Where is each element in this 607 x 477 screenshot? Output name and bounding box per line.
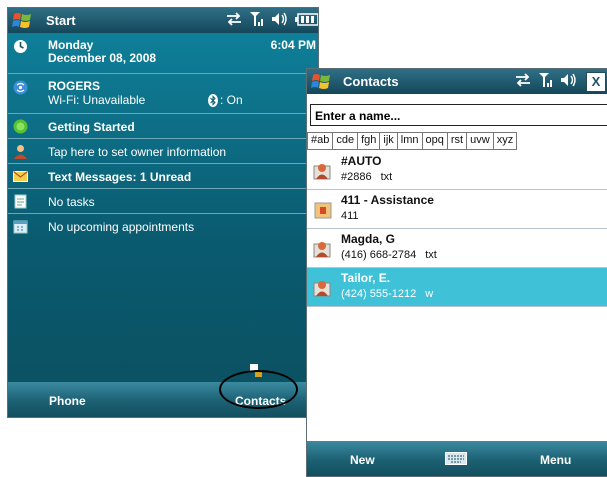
today-title[interactable]: Start	[46, 13, 76, 28]
tab-fgh[interactable]: fgh	[358, 132, 381, 150]
contact-card-icon	[313, 164, 331, 180]
today-softkey-bar: Phone Contacts	[8, 382, 318, 417]
contact-number: (416) 668-2784 txt	[341, 249, 437, 261]
contacts-softkey[interactable]: Contacts	[235, 394, 286, 408]
bluetooth-status: : On	[220, 93, 243, 107]
wifi-icon	[13, 80, 28, 95]
envelope-icon	[13, 171, 28, 182]
owner-info-row[interactable]: Tap here to set owner information	[8, 138, 318, 164]
contact-name: #AUTO	[341, 154, 382, 168]
contact-row-selected[interactable]: Tailor, E. (424) 555-1212 w	[307, 268, 607, 307]
appointments-label: No upcoming appointments	[48, 220, 195, 234]
keyboard-icon[interactable]	[445, 452, 467, 465]
owner-icon	[14, 145, 27, 159]
contacts-softkey-bar: New Menu	[307, 441, 607, 476]
new-softkey[interactable]: New	[350, 453, 375, 467]
tab-ab[interactable]: #ab	[307, 132, 334, 150]
contacts-title-bar: Contacts X	[307, 69, 607, 94]
input-panel-icon[interactable]	[248, 363, 264, 379]
messages-label: Text Messages: 1 Unread	[48, 170, 192, 184]
getting-started-icon	[13, 119, 28, 134]
tab-cde[interactable]: cde	[333, 132, 359, 150]
windows-start-logo-icon[interactable]	[311, 71, 333, 91]
tasks-icon	[14, 194, 27, 209]
tab-lmn[interactable]: lmn	[397, 132, 423, 150]
tab-ijk[interactable]: ijk	[380, 132, 398, 150]
tasks-row[interactable]: No tasks	[8, 188, 318, 214]
date-full: December 08, 2008	[48, 51, 157, 65]
contact-name: 411 - Assistance	[341, 193, 434, 207]
appointments-row[interactable]: No upcoming appointments	[8, 213, 318, 239]
sync-icon[interactable]	[514, 73, 532, 87]
clock-icon	[14, 40, 27, 53]
bluetooth-icon	[208, 94, 218, 107]
phone-softkey[interactable]: Phone	[49, 394, 86, 408]
carrier-name: ROGERS	[48, 79, 101, 93]
owner-info-label: Tap here to set owner information	[48, 145, 227, 159]
today-status-icons[interactable]	[225, 11, 319, 27]
tab-opq[interactable]: opq	[422, 132, 448, 150]
contact-row[interactable]: Magda, G (416) 668-2784 txt	[307, 229, 607, 268]
contact-number: (424) 555-1212 w	[341, 288, 434, 300]
tasks-label: No tasks	[48, 195, 95, 209]
contact-number: 411	[341, 210, 359, 222]
menu-softkey[interactable]: Menu	[540, 453, 571, 467]
date-time-row[interactable]: Monday December 08, 2008 6:04 PM	[8, 33, 318, 73]
tab-rst[interactable]: rst	[447, 132, 468, 150]
name-search-placeholder: Enter a name...	[315, 109, 401, 123]
signal-icon[interactable]	[538, 72, 554, 88]
signal-icon[interactable]	[249, 11, 265, 27]
contact-card-icon	[314, 202, 332, 219]
contacts-screen: Contacts X Enter a name... #ab cde fgh i…	[306, 68, 607, 477]
sync-icon[interactable]	[225, 12, 243, 26]
contact-name: Tailor, E.	[341, 271, 391, 285]
alphabet-tabs: #ab cde fgh ijk lmn opq rst uvw xyz	[307, 132, 518, 150]
tab-uvw[interactable]: uvw	[467, 132, 494, 150]
getting-started-row[interactable]: Getting Started	[8, 113, 318, 139]
windows-start-logo-icon[interactable]	[12, 10, 34, 30]
calendar-icon	[13, 220, 28, 234]
today-screen: Start Monday December 08, 2008 6:04 PM R…	[7, 7, 319, 418]
close-button[interactable]: X	[586, 72, 606, 92]
date-day: Monday	[48, 38, 94, 52]
contact-card-icon	[313, 242, 331, 258]
contact-row[interactable]: 411 - Assistance 411	[307, 190, 607, 229]
today-title-bar: Start	[8, 8, 318, 33]
contact-card-icon	[313, 281, 331, 297]
getting-started-label: Getting Started	[48, 120, 135, 134]
contact-row[interactable]: #AUTO #2886 txt	[307, 151, 607, 190]
contacts-title[interactable]: Contacts	[343, 74, 399, 89]
contacts-status-icons[interactable]	[514, 72, 578, 88]
today-body: Monday December 08, 2008 6:04 PM ROGERS …	[8, 33, 318, 382]
battery-icon[interactable]	[295, 12, 319, 26]
name-search-input[interactable]: Enter a name...	[310, 104, 607, 126]
speaker-icon[interactable]	[560, 73, 578, 87]
tab-xyz[interactable]: xyz	[493, 132, 518, 150]
wifi-status: Wi-Fi: Unavailable	[48, 93, 146, 107]
time-display: 6:04 PM	[270, 38, 316, 52]
contact-number: #2886 txt	[341, 171, 393, 183]
speaker-icon[interactable]	[271, 12, 289, 26]
carrier-row[interactable]: ROGERS Wi-Fi: Unavailable : On	[8, 73, 318, 114]
messages-row[interactable]: Text Messages: 1 Unread	[8, 163, 318, 189]
contact-name: Magda, G	[341, 232, 396, 246]
